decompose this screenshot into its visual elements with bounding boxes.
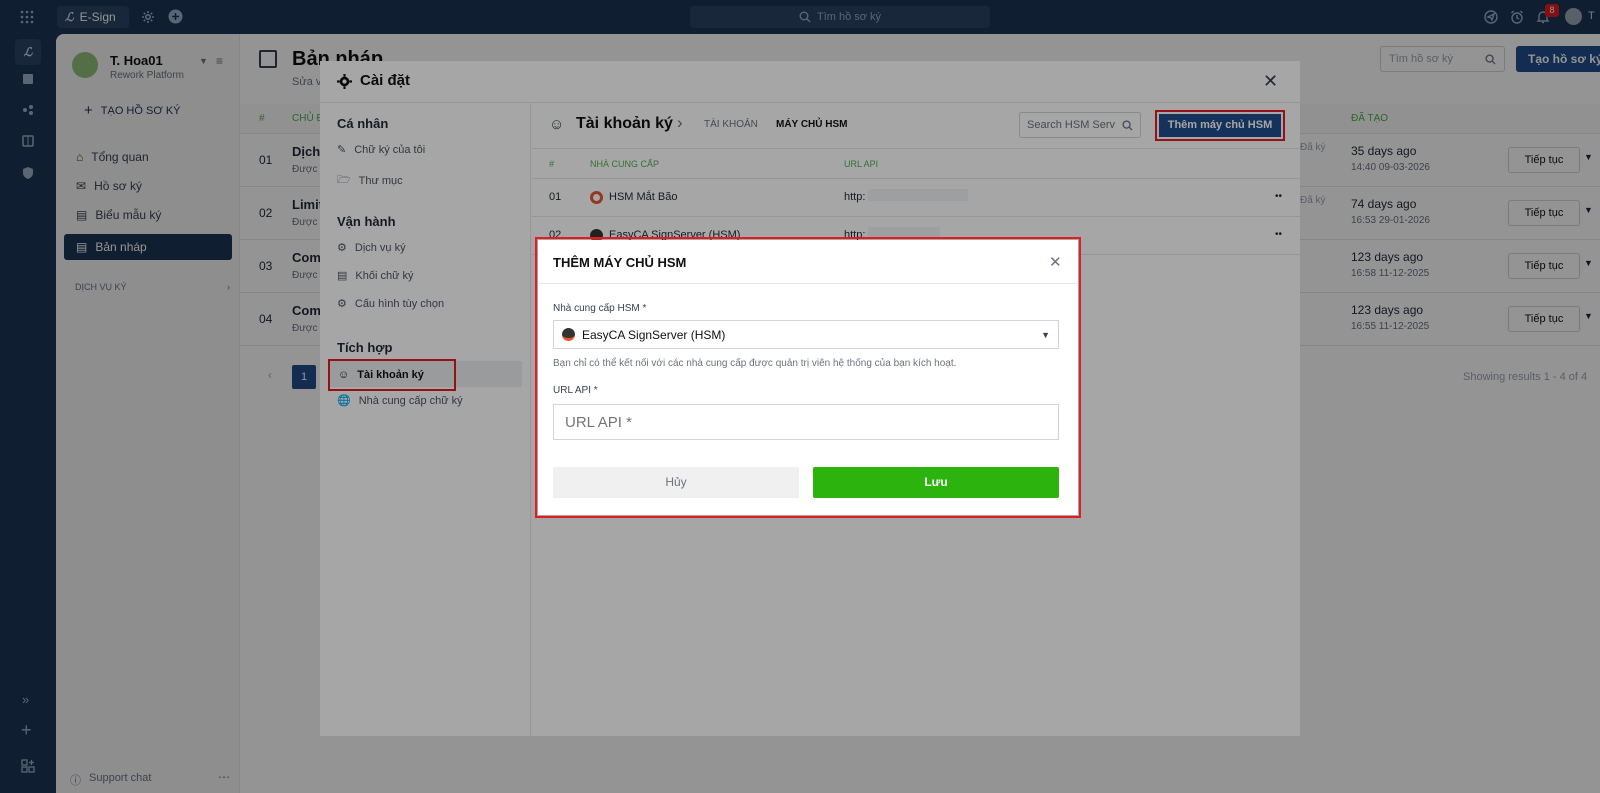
provider-label: Nhà cung cấp HSM * — [553, 303, 647, 314]
provider-hint: Bạn chỉ có thể kết nối với các nhà cung … — [553, 358, 957, 369]
easyca-logo-icon — [562, 328, 575, 341]
dialog-title: THÊM MÁY CHỦ HSM — [553, 255, 687, 270]
cancel-button[interactable]: Hủy — [553, 467, 799, 498]
chevron-down-icon: ▼ — [1041, 329, 1050, 340]
provider-select-value: EasyCA SignServer (HSM) — [582, 327, 726, 342]
close-icon[interactable]: ✕ — [1049, 253, 1062, 271]
save-button[interactable]: Lưu — [813, 467, 1059, 498]
url-label: URL API * — [553, 385, 598, 396]
url-api-input[interactable] — [553, 404, 1059, 440]
provider-select[interactable]: EasyCA SignServer (HSM) ▼ — [553, 320, 1059, 349]
add-hsm-dialog: THÊM MÁY CHỦ HSM ✕ Nhà cung cấp HSM * Ea… — [535, 237, 1081, 518]
